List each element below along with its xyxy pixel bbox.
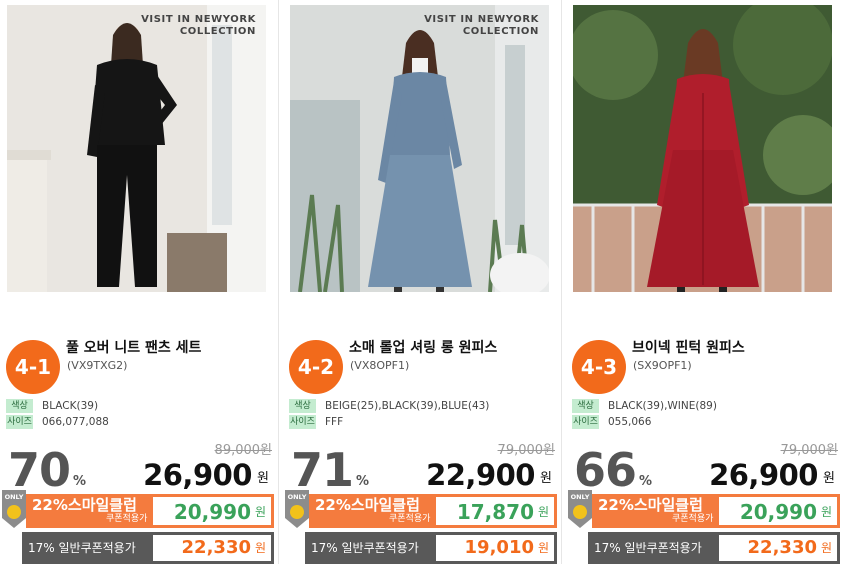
smile-club-sub: 쿠폰적용가 (672, 514, 714, 524)
general-coupon-price: 22,330 (747, 537, 817, 558)
original-price: 79,000원 (780, 443, 838, 458)
general-coupon-price: 22,330 (181, 537, 251, 558)
smile-club-label: 22%스마일클럽 (32, 496, 137, 514)
svg-text:ONLY: ONLY (5, 493, 24, 501)
color-tag: 색상 (6, 399, 33, 413)
smile-club-price-bar[interactable]: 22%스마일클럽 쿠폰적용가 20,990 원 (592, 494, 840, 528)
smile-club-price: 20,990 (173, 500, 251, 524)
product-image-3[interactable] (573, 5, 832, 292)
divider (561, 0, 562, 564)
only-smile-club-icon: ONLY (285, 490, 309, 528)
smile-club-price: 17,870 (456, 500, 534, 524)
general-coupon-price-bar[interactable]: 17% 일반쿠폰적용가 19,010 원 (305, 532, 557, 564)
sale-price: 22,900 (426, 458, 535, 492)
color-value: BLACK(39),WINE(89) (608, 400, 717, 412)
sale-price: 26,900 (709, 458, 818, 492)
original-price: 89,000원 (214, 443, 272, 458)
smile-club-price-box: 20,990 원 (719, 497, 837, 525)
color-value: BLACK(39) (42, 400, 99, 412)
product-code: (VX9TXG2) (67, 359, 128, 372)
product-card-2[interactable]: VISIT IN NEWYORK COLLECTION 4-2 소매 롤업 셔링 … (283, 0, 565, 564)
smile-club-price: 20,990 (739, 500, 817, 524)
percent-sign: % (639, 474, 653, 489)
won-unit: 원 (537, 541, 549, 555)
smile-club-price-bar[interactable]: 22%스마일클럽 쿠폰적용가 20,990 원 (26, 494, 274, 528)
svg-text:ONLY: ONLY (571, 493, 590, 501)
size-tag: 사이즈 (289, 415, 316, 429)
product-card-1[interactable]: VISIT IN NEWYORK COLLECTION 4-1 풀 오버 니트 팬… (0, 0, 282, 564)
rank-badge: 4-3 (572, 340, 626, 394)
won-unit: 원 (257, 471, 269, 486)
won-unit: 원 (540, 471, 552, 486)
brand-caption: VISIT IN NEWYORK COLLECTION (424, 14, 539, 37)
size-tag: 사이즈 (6, 415, 33, 429)
general-coupon-price: 19,010 (464, 537, 534, 558)
brand-caption: VISIT IN NEWYORK COLLECTION (141, 14, 256, 37)
product-code: (SX9OPF1) (633, 359, 692, 372)
rank-badge: 4-1 (6, 340, 60, 394)
won-unit: 원 (537, 505, 549, 519)
only-smile-club-icon: ONLY (2, 490, 26, 528)
general-coupon-price-bar[interactable]: 17% 일반쿠폰적용가 22,330 원 (22, 532, 274, 564)
size-value: FFF (325, 416, 344, 428)
smile-club-price-bar[interactable]: 22%스마일클럽 쿠폰적용가 17,870 원 (309, 494, 557, 528)
won-unit: 원 (820, 505, 832, 519)
smile-club-sub: 쿠폰적용가 (389, 514, 431, 524)
product-name[interactable]: 풀 오버 니트 팬츠 세트 (66, 339, 201, 357)
discount-rate: 66 (574, 443, 637, 497)
general-coupon-label: 17% 일반쿠폰적용가 (28, 541, 136, 555)
percent-sign: % (356, 474, 370, 489)
general-coupon-label: 17% 일반쿠폰적용가 (311, 541, 419, 555)
smile-club-sub: 쿠폰적용가 (106, 514, 148, 524)
won-unit: 원 (820, 541, 832, 555)
general-coupon-price-box: 22,330 원 (153, 535, 271, 561)
sale-price: 26,900 (143, 458, 252, 492)
product-image-2[interactable]: VISIT IN NEWYORK COLLECTION (290, 5, 549, 292)
only-smile-club-icon: ONLY (568, 490, 592, 528)
color-tag: 색상 (572, 399, 599, 413)
discount-rate: 70 (8, 443, 71, 497)
product-code: (VX8OPF1) (350, 359, 410, 372)
original-price: 79,000원 (497, 443, 555, 458)
rank-badge: 4-2 (289, 340, 343, 394)
size-tag: 사이즈 (572, 415, 599, 429)
color-value: BEIGE(25),BLACK(39),BLUE(43) (325, 400, 490, 412)
won-unit: 원 (254, 541, 266, 555)
won-unit: 원 (254, 505, 266, 519)
product-name[interactable]: 브이넥 핀턱 원피스 (632, 339, 745, 357)
size-value: 066,077,088 (42, 416, 109, 428)
smile-club-label: 22%스마일클럽 (315, 496, 420, 514)
percent-sign: % (73, 474, 87, 489)
won-unit: 원 (823, 471, 835, 486)
general-coupon-price-bar[interactable]: 17% 일반쿠폰적용가 22,330 원 (588, 532, 840, 564)
smile-club-label: 22%스마일클럽 (598, 496, 703, 514)
general-coupon-price-box: 19,010 원 (436, 535, 554, 561)
color-tag: 색상 (289, 399, 316, 413)
smile-club-price-box: 20,990 원 (153, 497, 271, 525)
smile-club-price-box: 17,870 원 (436, 497, 554, 525)
svg-text:ONLY: ONLY (288, 493, 307, 501)
divider (278, 0, 279, 564)
size-value: 055,066 (608, 416, 652, 428)
product-name[interactable]: 소매 롤업 셔링 롱 원피스 (349, 339, 497, 357)
general-coupon-label: 17% 일반쿠폰적용가 (594, 541, 702, 555)
general-coupon-price-box: 22,330 원 (719, 535, 837, 561)
product-image-1[interactable]: VISIT IN NEWYORK COLLECTION (7, 5, 266, 292)
discount-rate: 71 (291, 443, 354, 497)
product-card-3[interactable]: 4-3 브이넥 핀턱 원피스 (SX9OPF1) 색상 BLACK(39),WI… (566, 0, 847, 564)
